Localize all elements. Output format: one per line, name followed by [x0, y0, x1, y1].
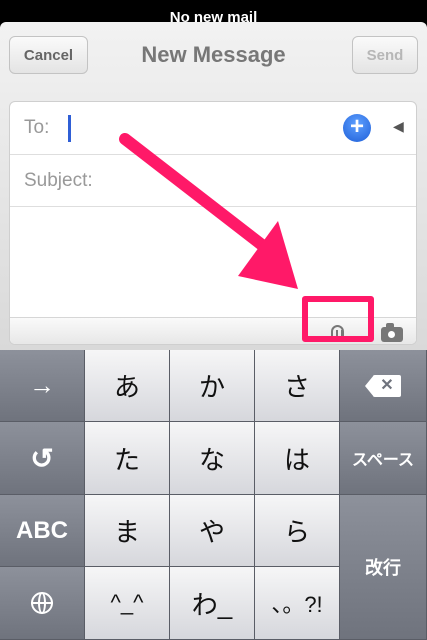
navigation-bar: Cancel New Message Send	[0, 22, 427, 92]
highlight-box	[302, 296, 374, 342]
key-a[interactable]: あ	[85, 350, 170, 422]
undo-icon: ↺	[30, 442, 54, 474]
japanese-keyboard: → あ か さ ✕ ↺ た な は スペース ABC ま や ら 改行 ^_^ …	[0, 350, 427, 640]
add-contact-icon[interactable]: +	[343, 114, 371, 142]
abc-key[interactable]: ABC	[0, 495, 85, 567]
key-sa[interactable]: さ	[255, 350, 340, 422]
return-key[interactable]: 改行	[340, 495, 427, 640]
globe-key[interactable]	[0, 567, 85, 640]
space-key[interactable]: スペース	[340, 422, 427, 495]
camera-icon[interactable]	[381, 323, 403, 342]
subject-row[interactable]: Subject:	[10, 155, 416, 207]
next-candidate-key[interactable]: →	[0, 350, 85, 422]
undo-key[interactable]: ↺	[0, 422, 85, 495]
key-ya[interactable]: や	[170, 495, 255, 567]
key-ta[interactable]: た	[85, 422, 170, 495]
key-ka[interactable]: か	[170, 350, 255, 422]
text-cursor	[68, 115, 71, 142]
key-wa[interactable]: わ_	[170, 567, 255, 640]
key-ra[interactable]: ら	[255, 495, 340, 567]
backspace-key[interactable]: ✕	[340, 350, 427, 422]
send-button[interactable]: Send	[352, 36, 418, 74]
chevron-left-icon[interactable]: ◀	[393, 118, 404, 135]
key-ma[interactable]: ま	[85, 495, 170, 567]
backspace-icon: ✕	[365, 374, 401, 397]
to-row[interactable]: To: + ◀	[10, 102, 416, 155]
key-na[interactable]: な	[170, 422, 255, 495]
arrow-right-icon: →	[29, 370, 55, 400]
key-emoticon[interactable]: ^_^	[85, 567, 170, 640]
key-ha[interactable]: は	[255, 422, 340, 495]
globe-icon	[31, 592, 53, 614]
to-label: To:	[24, 117, 50, 138]
key-punctuation[interactable]: 、。?!	[255, 567, 340, 640]
subject-label: Subject:	[24, 170, 93, 191]
